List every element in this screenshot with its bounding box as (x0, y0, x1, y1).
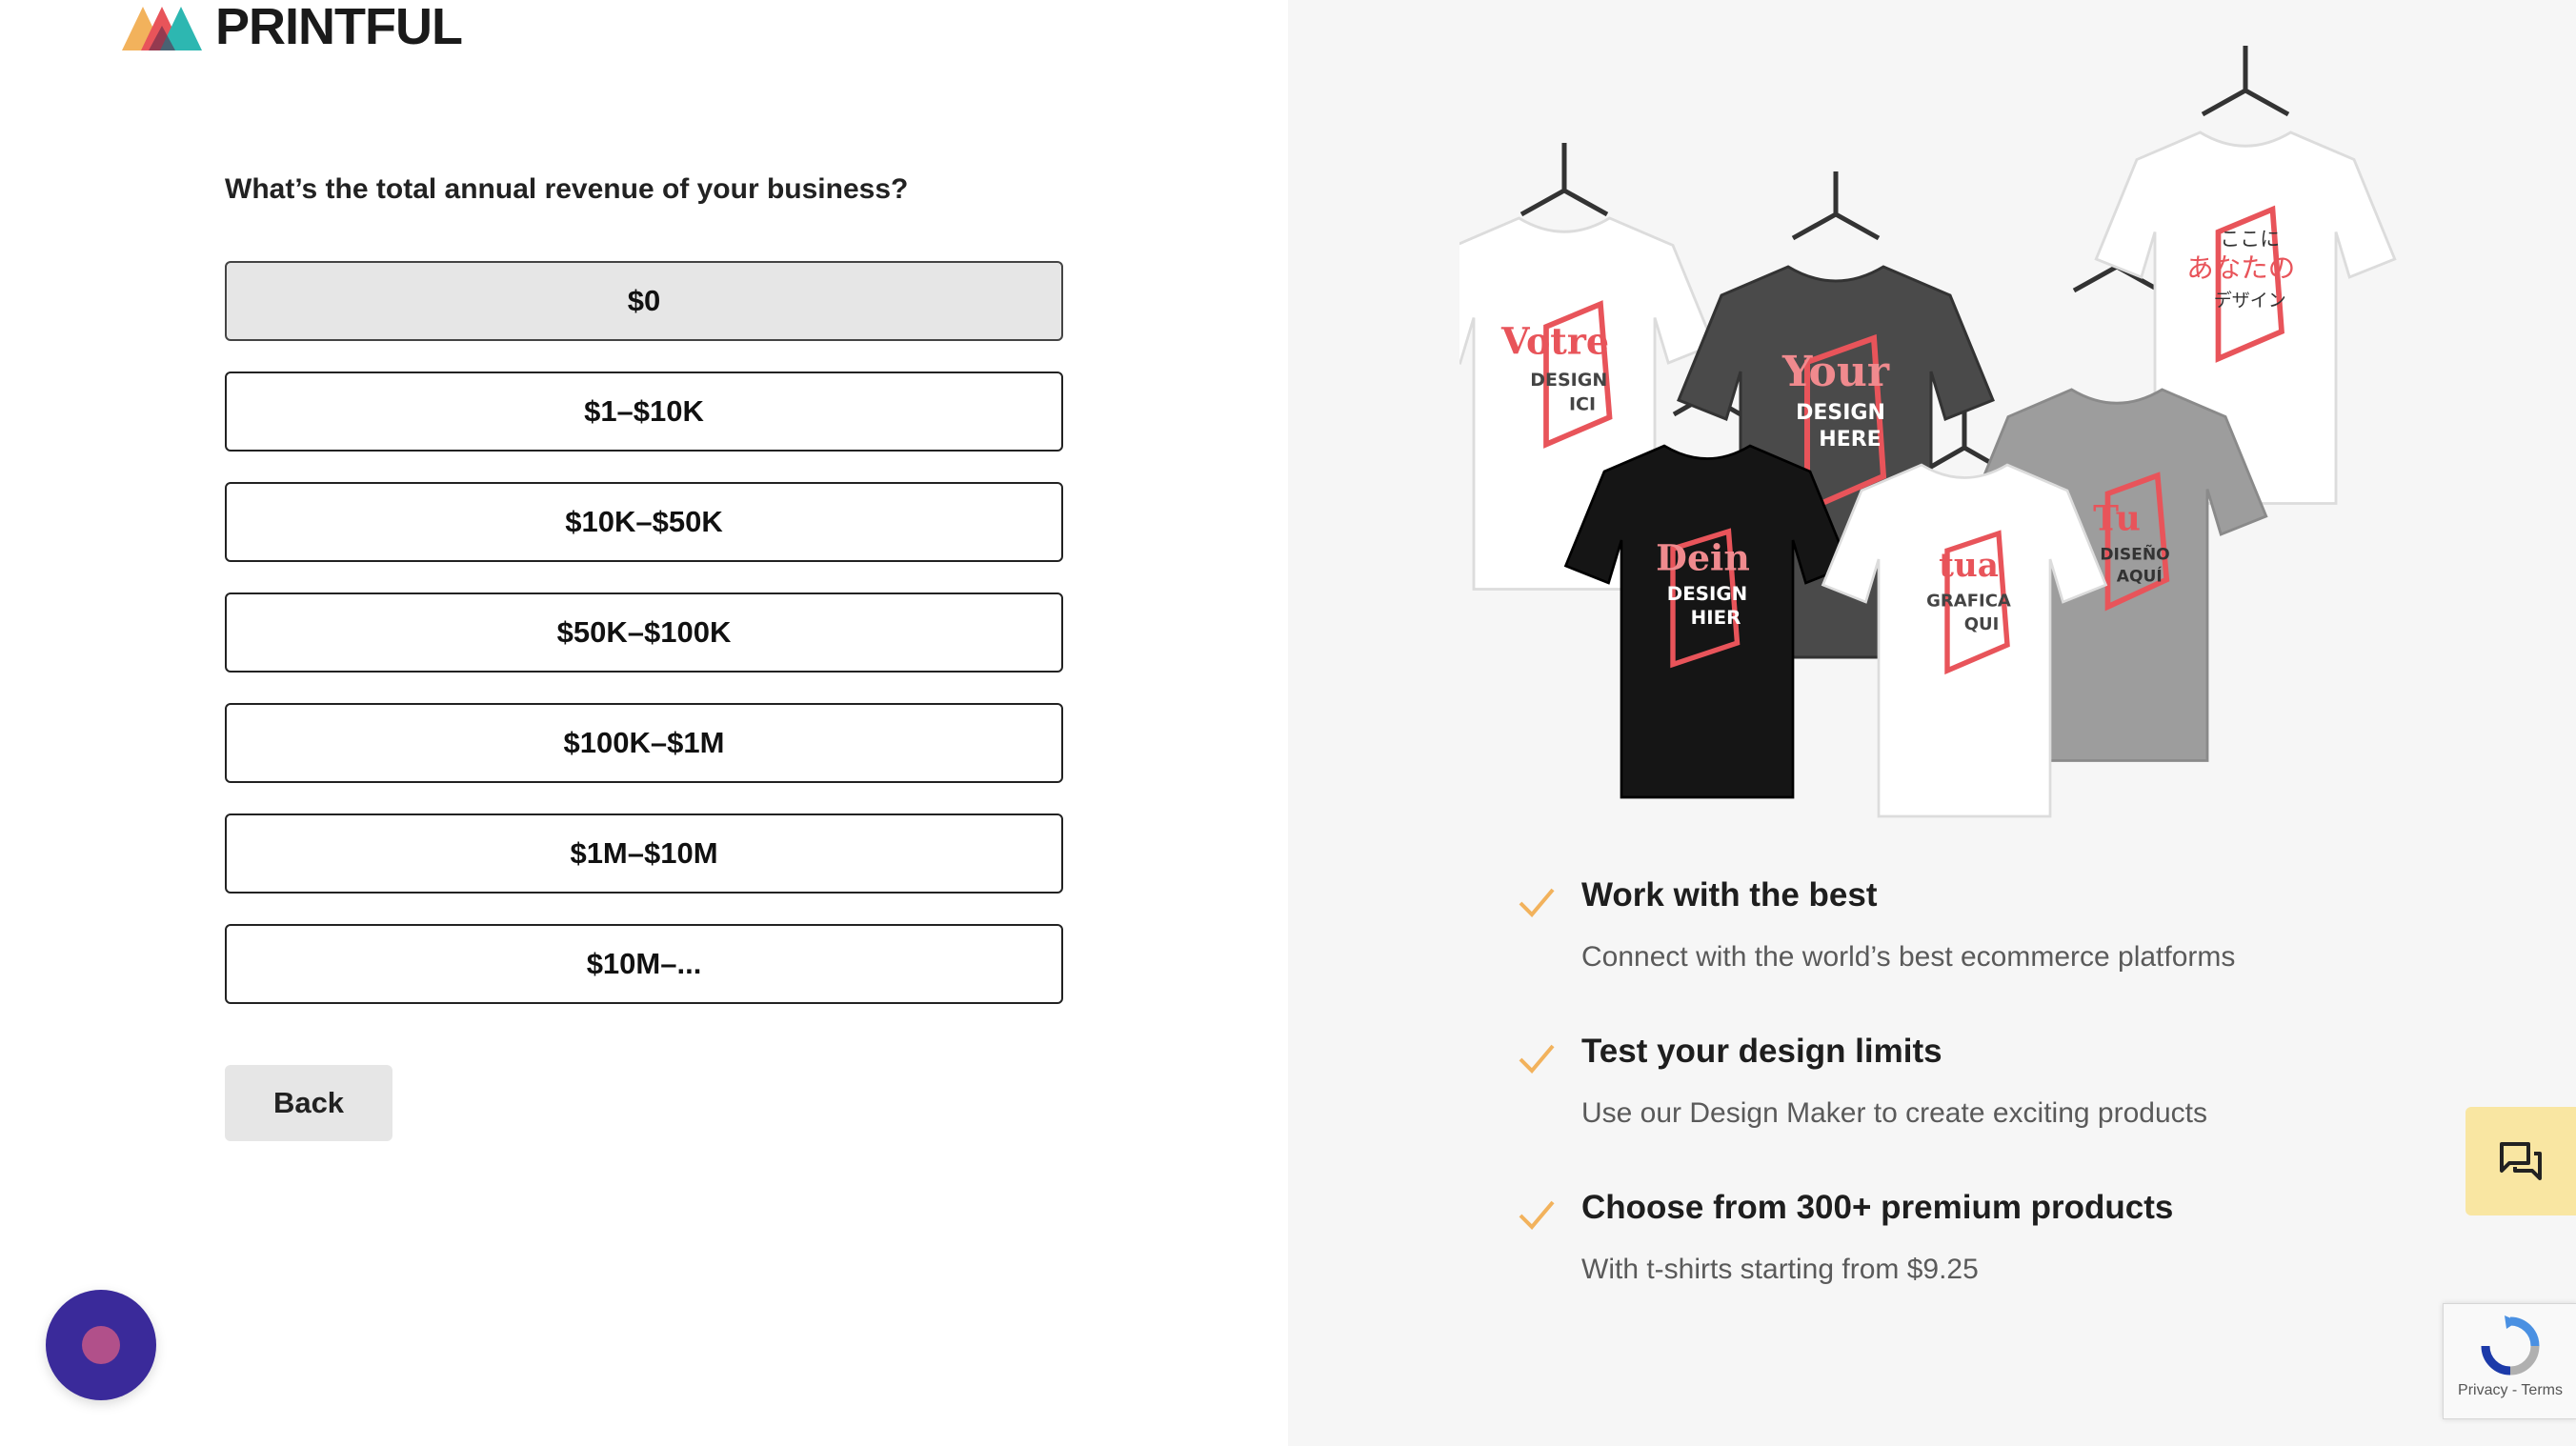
printful-logo-mark (122, 7, 202, 50)
option-10k-50k[interactable]: $10K–$50K (225, 482, 1063, 562)
shirt-text-3: HIER (1691, 607, 1741, 629)
shirt-text-2: DESIGN (1796, 401, 1885, 425)
feature-title: Test your design limits (1581, 1033, 1942, 1070)
shirt-text-2: GRAFICA (1926, 592, 2011, 612)
feature-description: Connect with the world’s best ecommerce … (1581, 941, 2236, 973)
recaptcha-icon (2481, 1315, 2540, 1376)
revenue-question: What’s the total annual revenue of your … (225, 173, 909, 205)
shirt-text-1: ここに (2220, 228, 2280, 251)
check-icon (1519, 888, 1555, 917)
option-10m-plus[interactable]: $10M–... (225, 924, 1063, 1004)
shirt-text-2: DISEÑO (2100, 543, 2169, 565)
option-1-10k[interactable]: $1–$10K (225, 372, 1063, 452)
help-bubble-icon (82, 1326, 120, 1364)
feature-title: Choose from 300+ premium products (1581, 1189, 2174, 1226)
chat-button[interactable] (2465, 1107, 2576, 1215)
page-root: PRINTFUL What’s the total annual revenue… (0, 0, 2576, 1446)
feature-list: Work with the best Connect with the worl… (1517, 873, 2374, 1341)
back-button[interactable]: Back (225, 1065, 392, 1141)
feature-description: Use our Design Maker to create exciting … (1581, 1097, 2207, 1129)
shirt-text-3: ICI (1569, 393, 1596, 414)
shirt-text-1: Dein (1656, 537, 1750, 579)
shirt-text-1: Your (1781, 348, 1890, 396)
shirt-text-1: tua (1939, 547, 1999, 585)
shirt-text-3: デザイン (2214, 290, 2286, 311)
feature-item: Work with the best Connect with the worl… (1517, 873, 2374, 1029)
shirt-text-1: Tu (2093, 497, 2141, 538)
option-100k-1m[interactable]: $100K–$1M (225, 703, 1063, 783)
shirt-text-3: QUI (1964, 614, 2000, 634)
form-panel: PRINTFUL What’s the total annual revenue… (0, 0, 1288, 1446)
benefits-panel: Votre DESIGN ICI ここに あなたの デザイン Tu DISEÑO… (1288, 0, 2576, 1446)
shirt-text-2: DESIGN (1667, 583, 1747, 605)
shirt-text-2: DESIGN (1530, 370, 1607, 391)
feature-description: With t-shirts starting from $9.25 (1581, 1254, 1979, 1285)
shirt-text-1: Votre (1500, 320, 1609, 363)
option-50k-100k[interactable]: $50K–$100K (225, 592, 1063, 673)
recaptcha-badge[interactable]: Privacy - Terms (2443, 1303, 2576, 1419)
check-icon (1519, 1044, 1555, 1074)
option-0[interactable]: $0 (225, 261, 1063, 341)
feature-item: Choose from 300+ premium products With t… (1517, 1185, 2374, 1341)
help-bubble-button[interactable] (46, 1290, 156, 1400)
check-icon (1519, 1200, 1555, 1230)
revenue-options: $0 $1–$10K $10K–$50K $50K–$100K $100K–$1… (225, 261, 1063, 1034)
feature-item: Test your design limits Use our Design M… (1517, 1029, 2374, 1185)
brand-name: PRINTFUL (215, 0, 463, 55)
recaptcha-links[interactable]: Privacy - Terms (2458, 1382, 2563, 1399)
shirt-text-2: あなたの (2186, 252, 2295, 284)
feature-title: Work with the best (1581, 876, 1878, 914)
chat-icon (2500, 1142, 2542, 1180)
tshirts-hero-image: Votre DESIGN ICI ここに あなたの デザイン Tu DISEÑO… (1459, 46, 2397, 818)
printful-logo[interactable]: PRINTFUL (122, 0, 463, 55)
shirt-text-3: HERE (1819, 428, 1881, 452)
shirt-text-3: AQUÍ (2117, 565, 2163, 586)
option-1m-10m[interactable]: $1M–$10M (225, 813, 1063, 894)
